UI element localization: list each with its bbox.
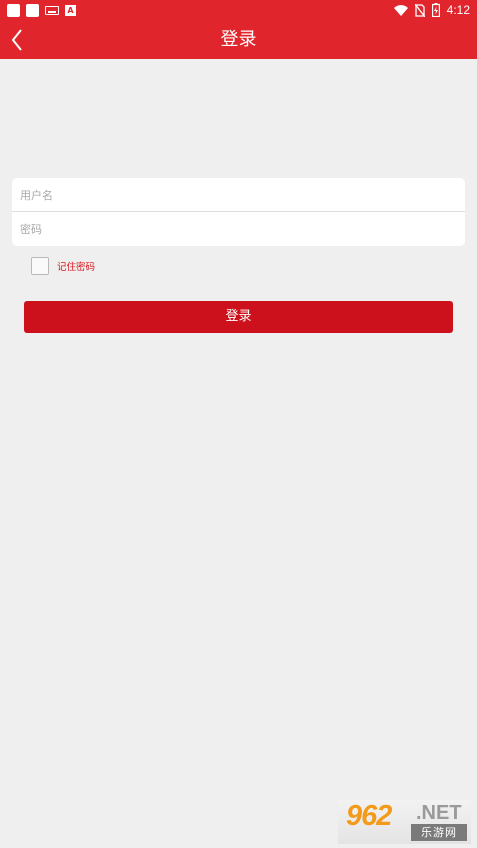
font-a-icon: A xyxy=(65,4,76,16)
title-bar: 登录 xyxy=(0,20,477,59)
app-header: A 4:12 登录 xyxy=(0,0,477,59)
status-bar: A 4:12 xyxy=(0,0,477,20)
login-button[interactable]: 登录 xyxy=(24,301,453,333)
status-time: 4:12 xyxy=(446,3,470,17)
watermark-chinese: 乐游网 xyxy=(411,824,467,841)
keyboard-icon xyxy=(45,5,59,15)
status-right-icons: 4:12 xyxy=(393,2,470,18)
watermark-number: 962 xyxy=(346,800,392,832)
page-title: 登录 xyxy=(220,29,257,50)
password-input[interactable] xyxy=(12,212,465,246)
no-sim-icon xyxy=(414,3,425,17)
watermark-suffix: .NET xyxy=(416,802,462,824)
remember-password-option[interactable]: 记住密码 xyxy=(31,257,95,275)
login-form xyxy=(12,178,465,246)
battery-charging-icon xyxy=(431,3,440,17)
remember-password-checkbox[interactable] xyxy=(31,257,49,275)
login-screen: A 4:12 登录 用户名 记住密码 登录 962 .NET 乐游网 xyxy=(0,0,477,848)
status-left-icons: A xyxy=(7,3,76,17)
notification-square-icon xyxy=(26,3,39,17)
wifi-icon xyxy=(393,4,408,16)
watermark-logo: 962 .NET 乐游网 xyxy=(338,800,471,844)
remember-password-label: 记住密码 xyxy=(57,262,96,273)
notification-square-icon xyxy=(7,3,20,17)
username-input[interactable] xyxy=(12,178,465,212)
